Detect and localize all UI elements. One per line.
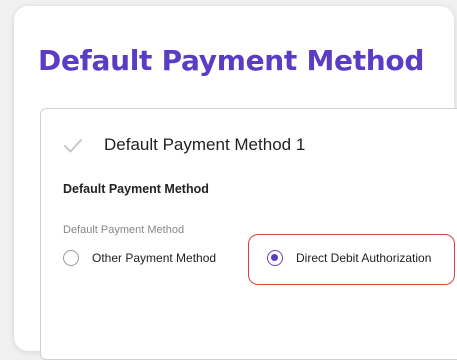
check-icon <box>64 139 82 153</box>
radio-other-payment-method[interactable]: Other Payment Method <box>63 250 216 266</box>
radio-label-other-payment-method[interactable]: Other Payment Method <box>92 251 216 265</box>
page-title: Default Payment Method <box>38 44 425 77</box>
radio-unselected-icon[interactable] <box>63 250 79 266</box>
section-heading: Default Payment Method 1 <box>104 135 306 154</box>
section-subheading: Default Payment Method <box>63 182 209 196</box>
payment-method-field-label: Default Payment Method <box>63 224 185 236</box>
highlight-annotation-box <box>248 234 455 285</box>
